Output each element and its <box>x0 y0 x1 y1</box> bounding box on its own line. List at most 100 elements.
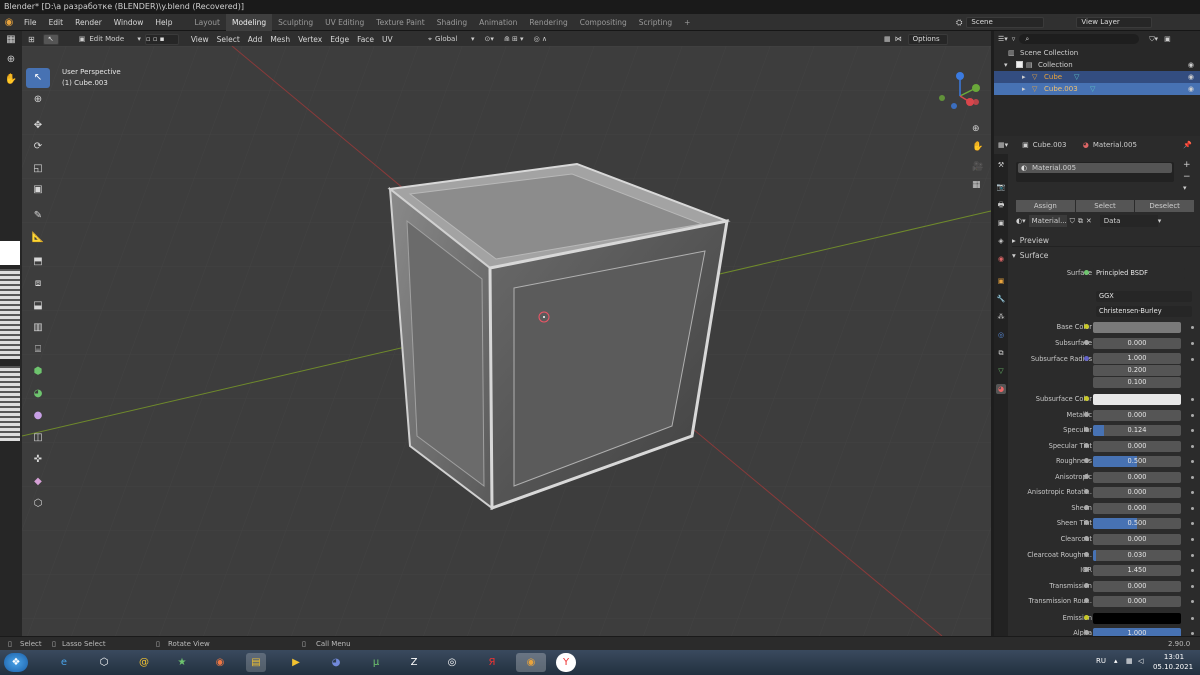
tab-texture-paint[interactable]: Texture Paint <box>370 14 430 31</box>
keyframe-dot[interactable] <box>1191 585 1194 588</box>
subsurface-radius-x[interactable]: 1.000 <box>1093 353 1181 364</box>
clock-time[interactable]: 13:01 <box>1152 653 1196 661</box>
expand-icon[interactable]: ▸ <box>1022 83 1026 95</box>
material-slot-list[interactable]: ◐ Material.005 <box>1016 162 1174 182</box>
keyframe-dot[interactable] <box>1191 460 1194 463</box>
move-tool-icon[interactable]: ✥ <box>26 116 50 136</box>
material-browse-icon[interactable]: ◐▾ <box>1016 217 1026 225</box>
inset-tool-icon[interactable]: ⧈ <box>26 274 50 294</box>
keyframe-dot[interactable] <box>1191 600 1194 603</box>
menu-window[interactable]: Window <box>108 14 150 31</box>
keyframe-dot[interactable] <box>1191 445 1194 448</box>
property-value-field[interactable]: 0.500 <box>1093 518 1181 529</box>
new-collection-icon[interactable]: ▣ <box>1164 35 1171 43</box>
view-layer-tab-icon[interactable]: ▣ <box>996 218 1006 228</box>
world-tab-icon[interactable]: ◉ <box>996 254 1006 264</box>
surface-panel-header[interactable]: ▾ Surface <box>1012 249 1200 262</box>
distribution-selector[interactable]: GGX <box>1096 291 1192 302</box>
property-value-field[interactable]: 0.030 <box>1093 550 1181 561</box>
fake-user-icon[interactable]: ⛉ <box>1070 217 1075 226</box>
menu-select[interactable]: Select <box>213 31 244 48</box>
language-indicator[interactable]: RU <box>1096 657 1106 665</box>
property-value-field[interactable]: 0.000 <box>1093 581 1181 592</box>
eye-icon[interactable]: ◉ <box>1188 71 1194 83</box>
tab-uv-editing[interactable]: UV Editing <box>319 14 370 31</box>
pivot-icon[interactable]: ⊙▾ <box>484 35 493 43</box>
keyframe-dot[interactable] <box>1191 554 1194 557</box>
utorrent-icon[interactable]: µ <box>366 653 386 672</box>
scene-tab-icon[interactable]: ◈ <box>996 236 1006 246</box>
emission-swatch[interactable] <box>1093 613 1181 624</box>
chrome-icon[interactable]: ◉ <box>210 653 230 672</box>
output-tab-icon[interactable]: 🖶 <box>996 200 1006 210</box>
subsurface-radius-z[interactable]: 0.100 <box>1093 377 1181 388</box>
keyframe-dot[interactable] <box>1191 342 1194 345</box>
preview-panel-header[interactable]: ▸ Preview <box>1012 234 1200 247</box>
app-cube-icon[interactable]: ⬡ <box>94 653 114 672</box>
network-icon[interactable]: ▦ <box>1126 657 1133 665</box>
menu-face[interactable]: Face <box>353 31 378 48</box>
base-color-swatch[interactable] <box>1093 322 1181 333</box>
expand-icon[interactable]: ▾ <box>1004 59 1008 71</box>
menu-render[interactable]: Render <box>69 14 108 31</box>
object-tab-icon[interactable]: ▣ <box>996 276 1006 286</box>
menu-vertex[interactable]: Vertex <box>294 31 326 48</box>
mirror-icon[interactable]: ⋈ <box>895 35 902 43</box>
tab-animation[interactable]: Animation <box>473 14 523 31</box>
property-value-field[interactable]: 0.124 <box>1093 425 1181 436</box>
transform-tool-icon[interactable]: ▣ <box>26 180 50 200</box>
select-tool-icon[interactable]: ↖ <box>42 33 59 45</box>
subsurface-radius-y[interactable]: 0.200 <box>1093 365 1181 376</box>
yandex-browser-icon[interactable]: Y <box>556 653 576 672</box>
select-box-tool-icon[interactable]: ↖ <box>26 68 50 88</box>
extrude-tool-icon[interactable]: ⬒ <box>26 252 50 272</box>
rotate-tool-icon[interactable]: ⟳ <box>26 137 50 157</box>
property-value-field[interactable]: 0.000 <box>1093 441 1181 452</box>
keyframe-dot[interactable] <box>1191 491 1194 494</box>
keyframe-dot[interactable] <box>1191 429 1194 432</box>
select-mode-buttons[interactable]: ▫ ▫ ▪ <box>144 33 179 45</box>
tray-arrow-icon[interactable]: ▴ <box>1114 657 1118 665</box>
render-tab-icon[interactable]: 📷 <box>996 182 1006 192</box>
display-mode-icon[interactable]: ▿ <box>1012 35 1016 43</box>
expand-icon[interactable]: ▸ <box>1022 71 1026 83</box>
smooth-tool-icon[interactable]: ● <box>26 406 50 426</box>
scene-selector[interactable]: Scene <box>966 17 1045 28</box>
context-object[interactable]: Cube.003 <box>1033 141 1083 149</box>
cursor-tool-icon[interactable]: ⊕ <box>26 90 50 110</box>
keyframe-dot[interactable] <box>1191 398 1194 401</box>
outliner-search-input[interactable]: ⌕ <box>1019 34 1140 44</box>
menu-view[interactable]: View <box>187 31 213 48</box>
outliner-object-cube003[interactable]: ▸ ▽ Cube.003 ▽ ◉ <box>994 83 1200 95</box>
property-value-field[interactable]: 0.000 <box>1093 338 1181 349</box>
zoom-view-icon[interactable]: ⊕ <box>972 124 980 134</box>
shrink-tool-icon[interactable]: ✜ <box>26 450 50 470</box>
unlink-icon[interactable]: ✕ <box>1086 217 1092 225</box>
mode-selector[interactable]: Edit Mode <box>89 35 133 43</box>
menu-uv[interactable]: UV <box>378 31 397 48</box>
subsurface-method-selector[interactable]: Christensen-Burley <box>1096 306 1192 317</box>
volume-icon[interactable]: ◁ <box>1138 657 1143 665</box>
modifier-tab-icon[interactable]: 🔧 <box>996 294 1006 304</box>
hand-icon[interactable]: ✋ <box>4 73 18 87</box>
app-at-icon[interactable]: @ <box>134 653 154 672</box>
view-layer-selector[interactable]: View Layer <box>1076 17 1153 28</box>
editor-type-icon[interactable]: ▦ <box>4 33 18 47</box>
tab-modeling[interactable]: Modeling <box>225 13 273 31</box>
pin-icon[interactable]: 📌 <box>1183 141 1192 149</box>
keyframe-dot[interactable] <box>1191 632 1194 635</box>
camera-view-icon[interactable]: 🎥 <box>972 162 983 172</box>
menu-edge[interactable]: Edge <box>326 31 353 48</box>
filter-icon[interactable]: ⛉▾ <box>1149 35 1158 44</box>
tab-sculpting[interactable]: Sculpting <box>272 14 319 31</box>
yandex-icon[interactable]: Я <box>482 653 502 672</box>
measure-tool-icon[interactable]: 📐 <box>26 228 50 248</box>
keyframe-dot[interactable] <box>1191 507 1194 510</box>
orientation-selector[interactable]: Global <box>435 35 471 43</box>
keyframe-dot[interactable] <box>1191 326 1194 329</box>
spin-tool-icon[interactable]: ◕ <box>26 384 50 404</box>
loop-cut-tool-icon[interactable]: ▥ <box>26 318 50 338</box>
select-button[interactable]: Select <box>1075 200 1135 212</box>
duplicate-icon[interactable]: ⧉ <box>1078 217 1083 226</box>
discord-icon[interactable]: ◕ <box>326 653 346 672</box>
